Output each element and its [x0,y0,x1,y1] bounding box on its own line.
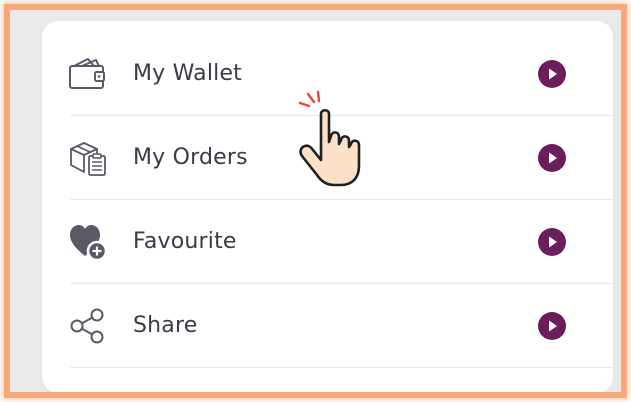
menu-item-label: My Orders [133,145,248,170]
play-circle-icon[interactable] [538,312,566,340]
share-icon [66,304,110,348]
play-circle-icon[interactable] [538,228,566,256]
hand-pointer-click-icon [288,90,380,190]
orders-icon [66,136,110,180]
menu-item-favourite[interactable]: Favourite [42,200,613,284]
favourite-heart-plus-icon [66,220,110,264]
divider [70,367,613,368]
play-circle-icon[interactable] [538,60,566,88]
menu-item-share[interactable]: Share [42,284,613,368]
menu-card: My Wallet My Orders Favourite Share [42,21,613,392]
menu-item-label: Favourite [133,229,237,254]
highlight-frame: My Wallet My Orders Favourite Share [4,4,627,398]
play-circle-icon[interactable] [538,144,566,172]
menu-item-label: Share [133,313,198,338]
wallet-icon [66,52,110,96]
menu-item-label: My Wallet [133,61,243,86]
